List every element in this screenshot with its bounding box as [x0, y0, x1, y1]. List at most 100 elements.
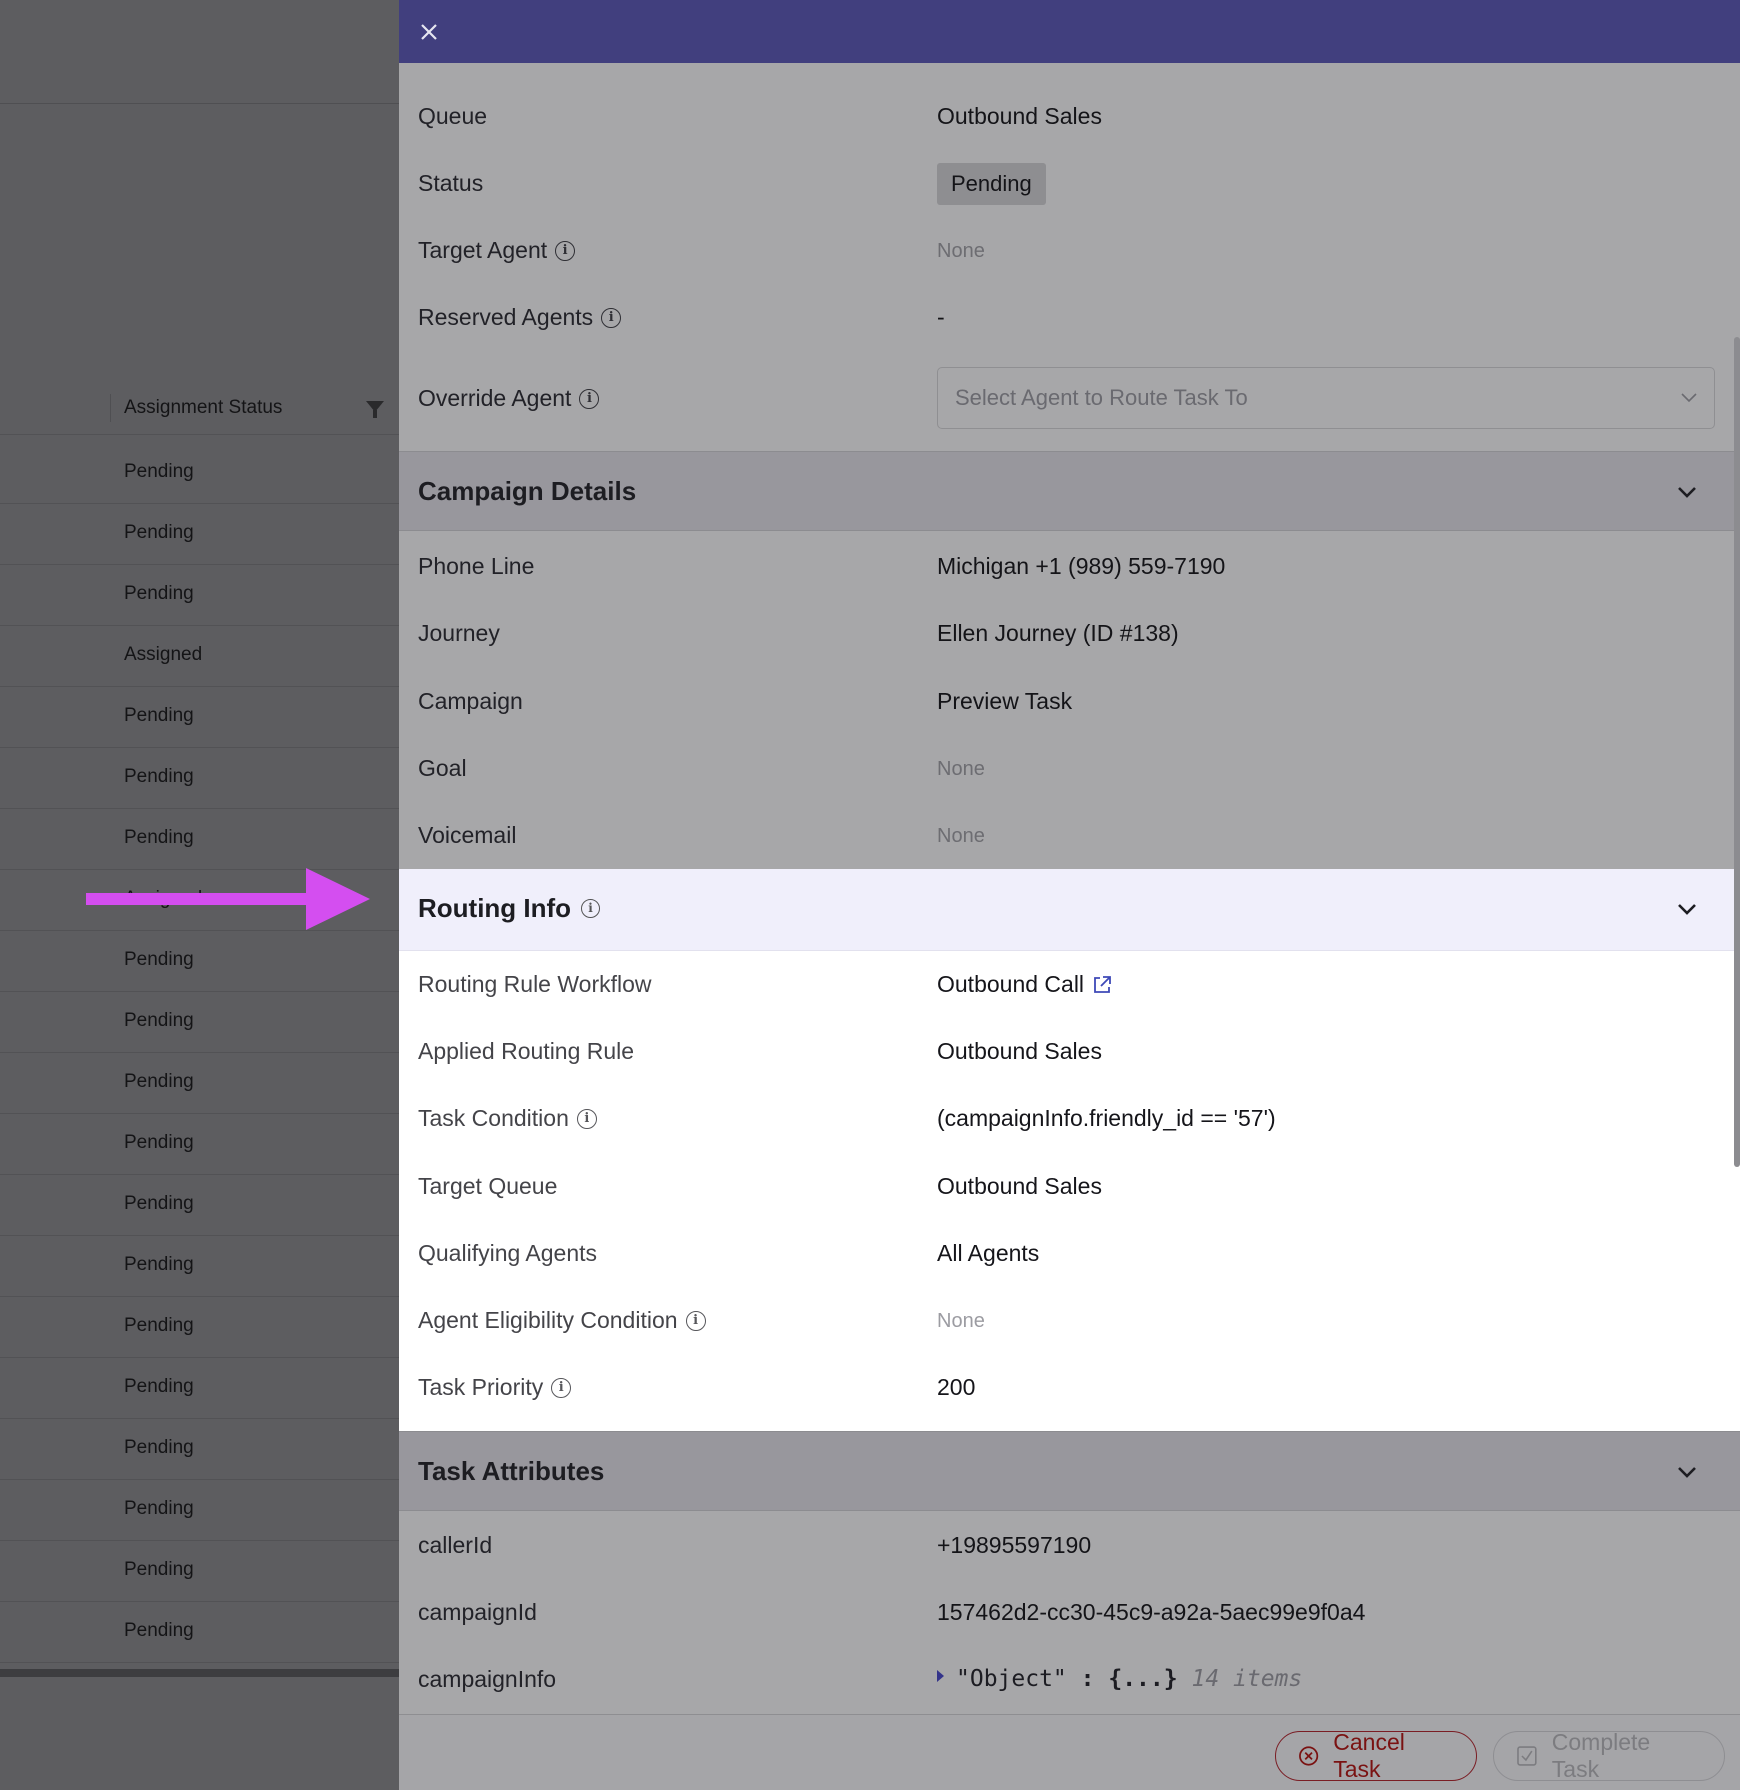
- table-row[interactable]: Assigned: [0, 626, 400, 687]
- assignment-status-cell: Pending: [124, 1437, 194, 1458]
- section-title: Routing Info: [418, 893, 572, 923]
- field-value: Michigan +1 (989) 559-7190: [937, 553, 1226, 579]
- assignment-status-cell: Pending: [124, 522, 194, 543]
- field-queue: Queue Outbound Sales: [399, 83, 1740, 150]
- field-label: Agent Eligibility Condition: [418, 1307, 678, 1333]
- section-title: Task Attributes: [418, 1456, 605, 1486]
- table-header: Assignment Status: [0, 382, 400, 435]
- override-agent-select[interactable]: Select Agent to Route Task To: [937, 367, 1715, 429]
- json-tree[interactable]: "Object" : {...} 14 items: [937, 1666, 1302, 1692]
- button-label: Complete Task: [1551, 1729, 1651, 1782]
- table-row[interactable]: Pending: [0, 1236, 400, 1297]
- drawer-header: [399, 0, 1740, 63]
- assignment-status-cell: Pending: [124, 1010, 194, 1031]
- field-target-agent: Target Agent i None: [399, 217, 1740, 284]
- table-row[interactable]: Pending: [0, 931, 400, 992]
- info-icon[interactable]: i: [576, 1108, 597, 1129]
- field-value: Outbound Sales: [937, 1173, 1102, 1199]
- table-row[interactable]: Pending: [0, 504, 400, 565]
- table-row[interactable]: Pending: [0, 443, 400, 504]
- external-link-icon: [1094, 975, 1111, 993]
- field-value: None: [937, 758, 985, 780]
- table-row[interactable]: Pending: [0, 687, 400, 748]
- field-label: Override Agent: [418, 385, 572, 411]
- table-row[interactable]: Pending: [0, 1419, 400, 1480]
- field-value: Outbound Sales: [937, 103, 1102, 129]
- assignment-status-cell: Pending: [124, 827, 194, 848]
- table-row[interactable]: Pending: [0, 1480, 400, 1541]
- assignment-status-cell: Pending: [124, 1559, 194, 1580]
- field-label: Target Agent: [418, 237, 548, 263]
- field-label: Reserved Agents: [418, 304, 594, 330]
- complete-task-button[interactable]: Complete Task: [1493, 1729, 1725, 1782]
- chevron-down-icon[interactable]: [1676, 482, 1698, 502]
- field-label: Journey: [418, 620, 500, 646]
- field-task-priority: Task Priority i 200: [399, 1354, 1740, 1421]
- filter-icon[interactable]: [366, 401, 384, 418]
- assignment-status-cell: Pending: [124, 1132, 194, 1153]
- outbound-call-link[interactable]: Outbound Call: [937, 971, 1112, 998]
- field-value: +19895597190: [937, 1532, 1092, 1558]
- column-header-assignment-status[interactable]: Assignment Status: [124, 397, 282, 419]
- field-value: All Agents: [937, 1240, 1040, 1266]
- cancel-task-button[interactable]: Cancel Task: [1275, 1729, 1477, 1782]
- info-icon[interactable]: i: [579, 388, 600, 409]
- expand-triangle-icon[interactable]: [937, 1670, 944, 1682]
- field-value: -: [937, 304, 945, 330]
- table-row[interactable]: Pending: [0, 565, 400, 626]
- chevron-down-icon[interactable]: [1676, 1462, 1698, 1482]
- json-key: "Object": [956, 1666, 1067, 1692]
- field-value: 157462d2-cc30-45c9-a92a-5aec99e9f0a4: [937, 1599, 1366, 1625]
- field-applied-routing-rule: Applied Routing Rule Outbound Sales: [399, 1018, 1740, 1085]
- field-voicemail: Voicemail None: [399, 802, 1740, 869]
- field-routing-rule-workflow: Routing Rule Workflow Outbound Call: [399, 951, 1740, 1018]
- field-label: Phone Line: [418, 553, 535, 579]
- table-row[interactable]: Pending: [0, 1297, 400, 1358]
- vertical-scrollbar[interactable]: [1734, 337, 1740, 1167]
- checkbox-check-icon: [1517, 1746, 1537, 1766]
- field-qualifying-agents: Qualifying Agents All Agents: [399, 1220, 1740, 1287]
- info-icon[interactable]: i: [601, 307, 622, 328]
- field-status: Status: [399, 150, 1740, 217]
- close-icon[interactable]: [415, 18, 443, 46]
- field-value: Preview Task: [937, 688, 1073, 714]
- horizontal-scrollbar[interactable]: [0, 1669, 400, 1677]
- chevron-down-icon[interactable]: [1676, 899, 1698, 919]
- campaign-details-header[interactable]: Campaign Details: [399, 451, 1740, 531]
- table-row[interactable]: Pending: [0, 1541, 400, 1602]
- json-item-count: 14 items: [1191, 1666, 1303, 1692]
- info-icon[interactable]: i: [555, 240, 576, 261]
- task-attributes-header[interactable]: Task Attributes: [399, 1431, 1740, 1511]
- info-icon[interactable]: i: [581, 899, 601, 918]
- table-row[interactable]: Pending: [0, 1602, 400, 1663]
- field-value: 200: [937, 1374, 976, 1400]
- field-label: campaignInfo: [418, 1666, 557, 1692]
- info-icon[interactable]: i: [685, 1310, 706, 1331]
- table-row[interactable]: Pending: [0, 1175, 400, 1236]
- field-task-condition: Task Condition i (campaignInfo.friendly_i…: [399, 1085, 1740, 1152]
- info-icon[interactable]: i: [551, 1377, 572, 1398]
- link-label: Outbound Call: [937, 971, 1085, 997]
- field-target-queue: Target Queue Outbound Sales: [399, 1153, 1740, 1220]
- assignment-status-cell: Pending: [124, 583, 194, 604]
- table-row[interactable]: Pending: [0, 992, 400, 1053]
- table-row[interactable]: Pending: [0, 1114, 400, 1175]
- field-value: None: [937, 1310, 985, 1332]
- table-row[interactable]: Pending: [0, 748, 400, 809]
- table-row[interactable]: Pending: [0, 1053, 400, 1114]
- field-label: Task Priority: [418, 1374, 544, 1400]
- assignment-status-cell: Pending: [124, 461, 194, 482]
- routing-info-header[interactable]: Routing Info i: [399, 869, 1740, 951]
- table-row[interactable]: Pending: [0, 1358, 400, 1419]
- field-goal: Goal None: [399, 735, 1740, 802]
- field-label: Voicemail: [418, 822, 517, 848]
- field-value: None: [937, 825, 985, 847]
- table-row[interactable]: Pending: [0, 809, 400, 870]
- select-placeholder: Select Agent to Route Task To: [955, 385, 1248, 410]
- chevron-down-icon: [1681, 393, 1697, 403]
- routing-info-section: Routing Info i Routing Rule Workflow Outb…: [399, 869, 1740, 1431]
- json-brace: {...}: [1108, 1666, 1178, 1692]
- field-label: Target Queue: [418, 1173, 558, 1199]
- field-value: None: [937, 240, 985, 262]
- field-label: Routing Rule Workflow: [418, 971, 652, 997]
